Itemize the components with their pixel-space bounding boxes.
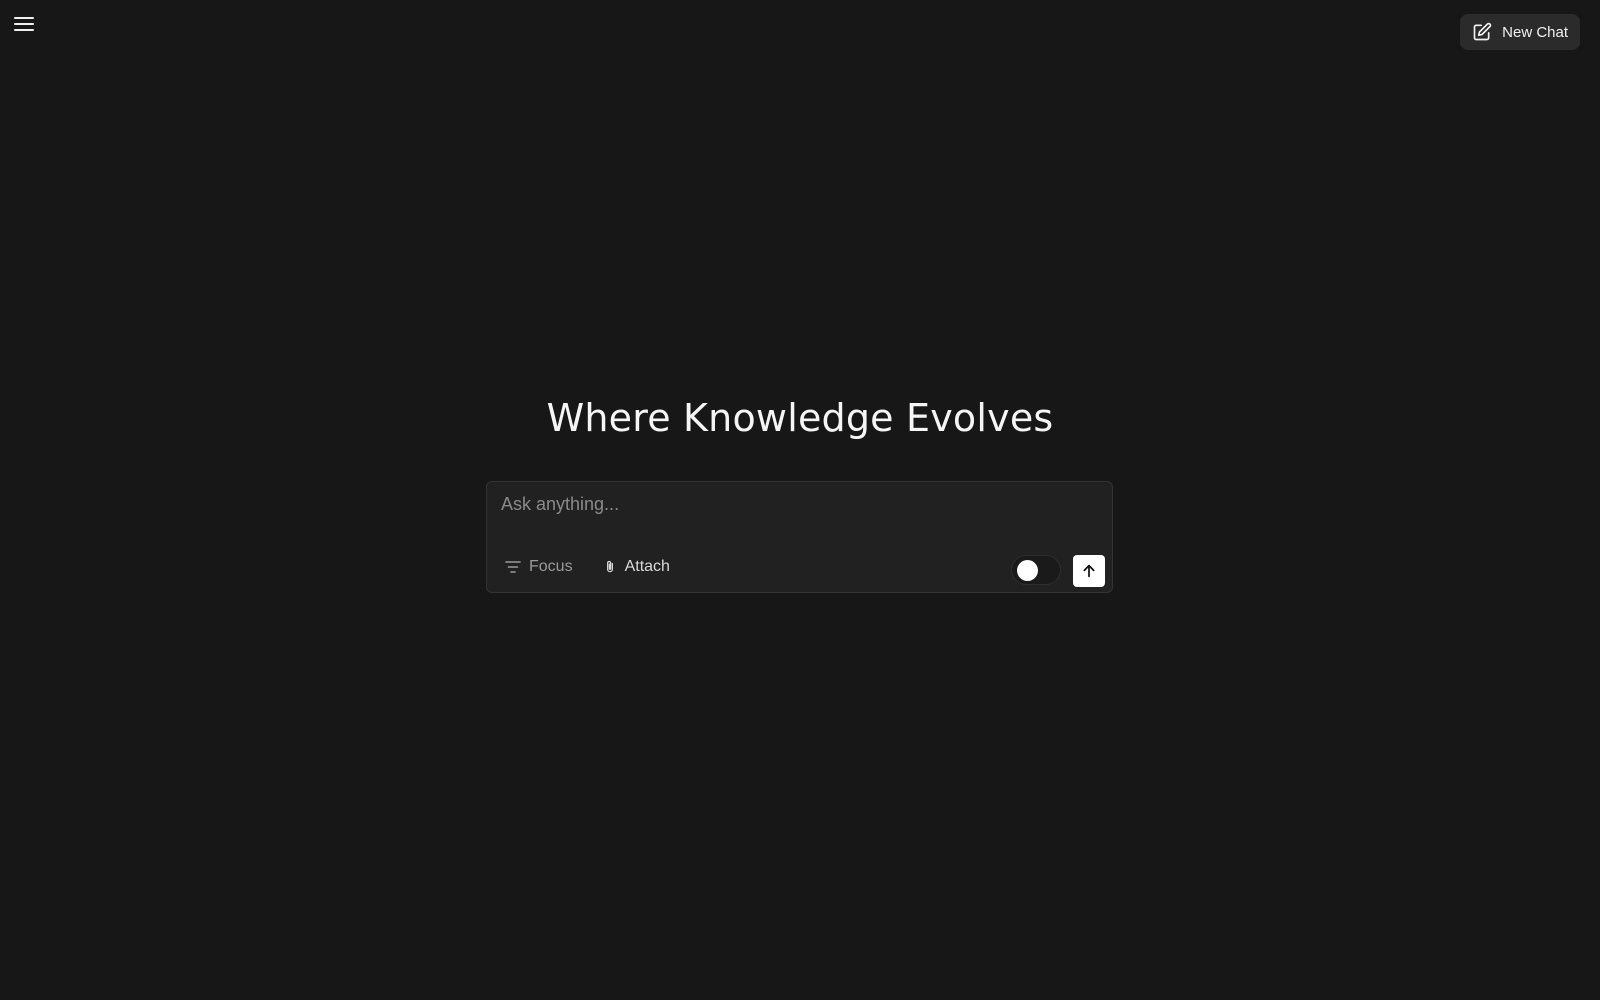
composer-toolbar: Focus Attach <box>505 558 670 576</box>
menu-button[interactable] <box>12 12 36 36</box>
send-button[interactable] <box>1073 555 1105 587</box>
page: New Chat Where Knowledge Evolves Focus <box>0 0 1600 1000</box>
toggle-switch[interactable] <box>1011 555 1061 585</box>
attach-button[interactable]: Attach <box>603 558 670 576</box>
focus-label: Focus <box>529 558 573 575</box>
focus-button[interactable]: Focus <box>505 558 573 576</box>
hamburger-menu-icon <box>14 17 34 31</box>
edit-square-icon <box>1472 22 1492 42</box>
new-chat-button[interactable]: New Chat <box>1460 14 1580 50</box>
arrow-up-icon <box>1083 564 1095 578</box>
toggle-knob <box>1017 560 1038 581</box>
composer: Focus Attach <box>486 481 1113 593</box>
page-title: Where Knowledge Evolves <box>546 396 1054 440</box>
filter-lines-icon <box>505 560 521 574</box>
new-chat-label: New Chat <box>1502 23 1568 41</box>
search-input[interactable] <box>501 494 1091 534</box>
attach-label: Attach <box>624 558 670 575</box>
paperclip-icon <box>603 558 617 576</box>
